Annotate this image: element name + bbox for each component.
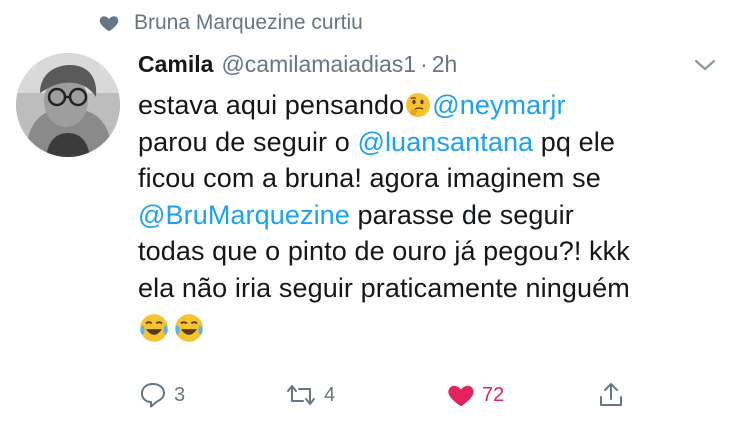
reply-count: 3 [174,383,186,406]
author-handle[interactable]: @camilamaiadias1 [221,51,416,78]
tweet-line: ela não iria seguir praticamente ninguém [138,272,630,303]
action-bar: 3 4 72 [138,380,628,414]
like-button[interactable]: 72 [446,380,504,410]
laughing-tears-emoji [140,314,168,342]
heart-icon [448,385,474,407]
emoji-line [138,306,738,349]
mention-link[interactable]: @BruMarquezine [138,200,350,230]
tweet-line: parou de seguir o @luansantana pq ele [138,124,738,161]
text-segment: parasse de seguir [349,199,574,230]
timestamp[interactable]: 2h [432,51,458,78]
tweet-line: estava aqui pensando @neymarjr [138,87,738,124]
tweet-line: todas que o pinto de ouro já pegou?! kkk [138,236,630,266]
tweet-line: @BruMarquezine parasse de seguir [138,197,738,234]
laughing-tears-emoji [175,314,203,342]
separator: · [420,50,428,77]
reply-icon [141,383,165,408]
tweet-text: estava aqui pensando @neymarjr parou de … [138,87,738,349]
text-segment: parou de seguir o [138,126,358,157]
mention-link[interactable]: @luansantana [357,127,533,157]
retweet-count: 4 [324,383,336,406]
share-button[interactable] [596,380,626,410]
mention-link[interactable]: @neymarjr [432,90,565,120]
thinking-face-emoji [406,93,431,117]
avatar-photo [16,53,120,157]
chevron-down-icon[interactable] [694,58,716,72]
social-context-text: Bruna Marquezine curtiu [134,11,363,34]
share-icon [600,383,622,406]
social-context: Bruna Marquezine curtiu [98,8,363,38]
tweet-header: Camila @camilamaiadias1 · 2h [138,48,457,80]
tweet-line: ficou com a bruna! agora imaginem se [138,163,601,193]
heart-icon [99,16,119,32]
text-segment: pq ele [533,126,615,157]
retweet-icon [287,385,315,405]
author-name[interactable]: Camila [138,51,213,78]
reply-button[interactable]: 3 [138,380,185,410]
avatar[interactable] [16,53,120,157]
retweet-button[interactable]: 4 [284,380,335,410]
like-count: 72 [482,383,505,406]
text-segment: estava aqui pensando [138,90,405,120]
